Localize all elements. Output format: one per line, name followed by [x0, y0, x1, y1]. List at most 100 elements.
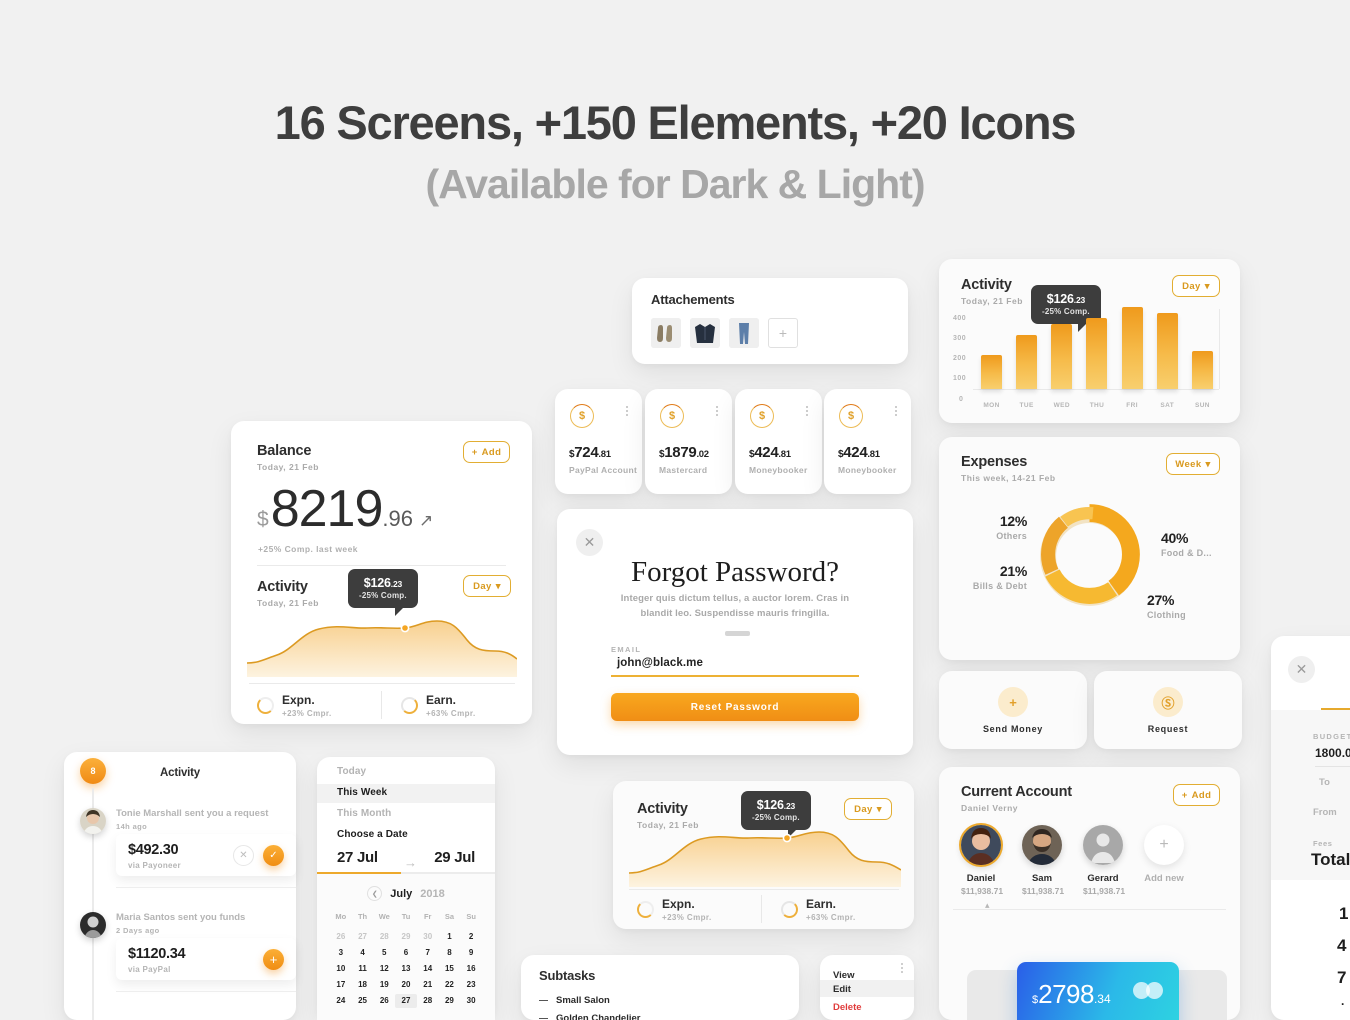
calendar-day[interactable]: 27: [352, 930, 374, 944]
balance-add-button[interactable]: + Add: [463, 441, 510, 463]
expenses-range-button[interactable]: Week ▾: [1166, 453, 1220, 475]
activity-range-button[interactable]: Day ▾: [463, 575, 511, 597]
budget-value[interactable]: 1800.00: [1315, 746, 1350, 760]
add-funds-button[interactable]: +: [263, 949, 284, 970]
jeans-thumbnail[interactable]: [729, 318, 759, 348]
menu-item-delete[interactable]: Delete: [833, 1002, 862, 1013]
calendar-day[interactable]: 26: [373, 994, 395, 1008]
calendar-day[interactable]: 15: [439, 962, 461, 976]
y-tick: 200: [953, 355, 967, 362]
boots-thumbnail[interactable]: [651, 318, 681, 348]
activity2-range-button[interactable]: Day ▾: [844, 798, 892, 820]
payment-card[interactable]: $ $724.81 PayPal Account: [555, 389, 642, 494]
request-button[interactable]: Ⓢ Request: [1094, 671, 1242, 749]
date-option-this-month[interactable]: This Month: [337, 808, 391, 819]
calendar-day[interactable]: 12: [373, 962, 395, 976]
date-picker-card: Today This Week This Month Choose a Date…: [317, 757, 495, 1020]
subtasks-title: Subtasks: [539, 968, 596, 983]
calendar-day[interactable]: 29: [439, 994, 461, 1008]
more-vertical-icon[interactable]: [895, 406, 897, 416]
calendar-day[interactable]: 11: [352, 962, 374, 976]
reset-password-button[interactable]: Reset Password: [611, 693, 859, 721]
calendar-day[interactable]: 22: [439, 978, 461, 992]
calendar-day[interactable]: 25: [352, 994, 374, 1008]
attachement-add-button[interactable]: +: [768, 318, 798, 348]
payment-amount: $724.81: [569, 444, 611, 461]
bar-mon[interactable]: [981, 355, 1002, 389]
calendar-day[interactable]: 5: [373, 946, 395, 960]
credit-card[interactable]: $ 2798 .34 Ezaquielle Black 1234 **** **…: [1017, 962, 1179, 1020]
calendar-day[interactable]: 23: [460, 978, 482, 992]
calendar-day[interactable]: 30: [460, 994, 482, 1008]
account-add-button[interactable]: + Add: [1173, 784, 1220, 806]
subtask-item[interactable]: Small Salon: [539, 995, 610, 1006]
payment-card[interactable]: $ $1879.02 Mastercard: [645, 389, 732, 494]
bar-wed[interactable]: [1051, 324, 1073, 389]
more-vertical-icon[interactable]: [716, 406, 718, 416]
calendar-day[interactable]: 18: [352, 978, 374, 992]
date-option-this-week[interactable]: This Week: [337, 787, 387, 798]
calendar-day[interactable]: 2: [460, 930, 482, 944]
account-add-new[interactable]: + Add new: [1144, 825, 1184, 896]
calendar-day[interactable]: 29: [395, 930, 417, 944]
menu-item-edit[interactable]: Edit: [833, 984, 851, 995]
calendar-day[interactable]: 17: [330, 978, 352, 992]
keypad-key-dot[interactable]: .: [1341, 994, 1344, 1008]
calendar-day[interactable]: 1: [439, 930, 461, 944]
keypad-key-1[interactable]: 1: [1339, 904, 1348, 924]
calendar-day[interactable]: 10: [330, 962, 352, 976]
bar-range-button[interactable]: Day ▾: [1172, 275, 1220, 297]
send-money-button[interactable]: + Send Money: [939, 671, 1087, 749]
account-person-gerard[interactable]: Gerard $11,938.71: [1083, 825, 1125, 896]
bar-thu[interactable]: [1086, 318, 1108, 389]
keypad-key-4[interactable]: 4: [1337, 936, 1346, 956]
date-option-today[interactable]: Today: [337, 766, 366, 777]
more-vertical-icon[interactable]: [806, 406, 808, 416]
email-field[interactable]: john@black.me: [617, 657, 703, 669]
subtask-item[interactable]: Golden Chandelier: [539, 1013, 640, 1020]
calendar-day[interactable]: 3: [330, 946, 352, 960]
calendar-day[interactable]: 28: [373, 930, 395, 944]
menu-item-view[interactable]: View: [833, 970, 854, 981]
date-option-choose-date[interactable]: Choose a Date: [337, 829, 408, 840]
bar-fri[interactable]: [1121, 307, 1143, 389]
calendar-day[interactable]: 6: [395, 946, 417, 960]
calendar-day[interactable]: 4: [352, 946, 374, 960]
dollar-circle-icon: $: [570, 404, 594, 428]
account-person-sam[interactable]: Sam $11,938.71: [1022, 825, 1064, 896]
bar-tue[interactable]: [1016, 335, 1038, 389]
keypad-key-7[interactable]: 7: [1337, 968, 1346, 988]
accept-button[interactable]: ✓: [263, 845, 284, 866]
calendar-day[interactable]: 19: [373, 978, 395, 992]
calendar-day[interactable]: 7: [417, 946, 439, 960]
more-vertical-icon[interactable]: [901, 963, 903, 973]
bar-sat[interactable]: [1156, 313, 1178, 389]
bar-sun[interactable]: [1191, 351, 1213, 389]
calendar-day[interactable]: 26: [330, 930, 352, 944]
calendar-day[interactable]: 28: [417, 994, 439, 1008]
chevron-left-icon[interactable]: ❮: [367, 886, 383, 901]
payment-card[interactable]: $ $424.81 Moneybooker: [824, 389, 911, 494]
y-tick: 0: [959, 396, 964, 403]
payment-amount: $424.81: [749, 444, 791, 461]
more-vertical-icon[interactable]: [626, 406, 628, 416]
calendar-day[interactable]: 8: [439, 946, 461, 960]
calendar-day[interactable]: 20: [395, 978, 417, 992]
close-icon[interactable]: ✕: [576, 529, 603, 556]
calendar-day[interactable]: 9: [460, 946, 482, 960]
shirt-thumbnail[interactable]: [690, 318, 720, 348]
payment-card[interactable]: $ $424.81 Moneybooker: [735, 389, 822, 494]
notification-badge[interactable]: 8: [80, 758, 106, 784]
calendar-day-selected[interactable]: 27: [395, 994, 417, 1008]
calendar-day[interactable]: 13: [395, 962, 417, 976]
calendar-day[interactable]: 21: [417, 978, 439, 992]
account-person-daniel[interactable]: Daniel $11,938.71: [961, 825, 1003, 896]
check-icon: ✓: [269, 850, 278, 861]
close-icon[interactable]: ✕: [1288, 656, 1315, 683]
calendar-day[interactable]: 30: [417, 930, 439, 944]
calendar-day[interactable]: 16: [460, 962, 482, 976]
calendar-day[interactable]: 14: [417, 962, 439, 976]
calendar-day[interactable]: 24: [330, 994, 352, 1008]
notification-via: via Payoneer: [128, 861, 181, 870]
decline-button[interactable]: ✕: [233, 845, 254, 866]
